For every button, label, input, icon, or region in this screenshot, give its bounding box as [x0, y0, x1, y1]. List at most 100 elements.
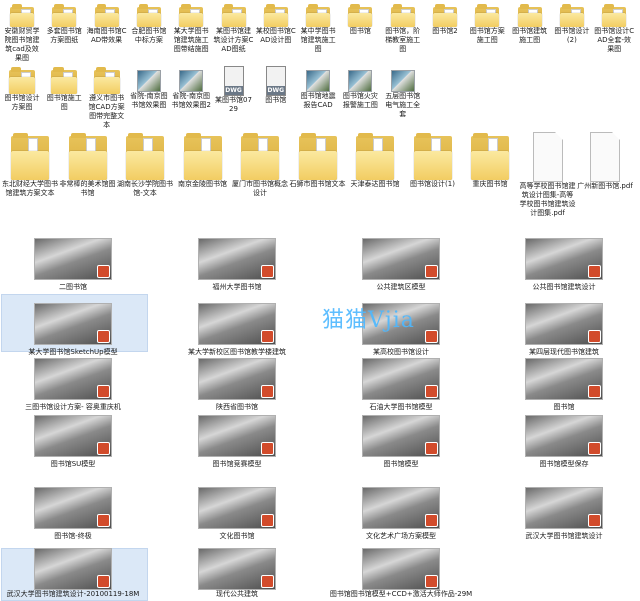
- folder-item[interactable]: 图书馆施工图: [44, 66, 84, 112]
- model-label: 某大学图书馆SketchUp模型: [28, 348, 118, 356]
- model-thumbnail[interactable]: [362, 487, 440, 529]
- file-item[interactable]: 高等学校图书馆建筑设计图集-高等学校图书馆建筑设计图集.pdf: [520, 132, 576, 218]
- model-thumbnail[interactable]: [198, 358, 276, 400]
- file-item[interactable]: 省院-南京图书馆效果图: [129, 66, 169, 110]
- folder-item[interactable]: 非常棒的美术馆图书馆: [60, 132, 116, 198]
- model-label: 武汉大学图书馆建筑设计-20100119-18M: [6, 590, 140, 598]
- file-item[interactable]: DWG 某图书馆0729: [214, 66, 254, 114]
- folder-item[interactable]: 某中学图书馆建筑施工图: [298, 3, 338, 54]
- file-item[interactable]: 五层图书馆电气施工全套: [383, 66, 423, 119]
- file-item[interactable]: 省院-南京图书馆效果图2: [171, 66, 211, 110]
- model-thumbnail[interactable]: [525, 238, 603, 280]
- model-label: 图书馆图书馆模型+CCD+激活大师作品-29M: [329, 590, 473, 598]
- item-label: 东北财经大学图书馆建筑方案文本: [2, 180, 58, 197]
- item-label: 图书馆设计方案图: [4, 94, 40, 111]
- folder-icon: [348, 3, 373, 27]
- folder-item[interactable]: 石狮市图书馆文本: [290, 132, 346, 189]
- folder-icon: [471, 132, 509, 180]
- sketchup-file-icon: [97, 265, 110, 278]
- folder-item[interactable]: 天津泰达图书馆: [347, 132, 403, 189]
- model-thumbnail[interactable]: [34, 487, 112, 529]
- model-thumbnail[interactable]: [34, 303, 112, 345]
- dwg-file-icon: DWG: [265, 66, 286, 96]
- folder-icon: [9, 66, 35, 94]
- model-thumbnail[interactable]: [34, 415, 112, 457]
- item-label: 某图书馆0729: [215, 96, 252, 113]
- item-label: 某大学图书馆建筑施工图带结施图: [173, 27, 209, 53]
- folder-item[interactable]: 图书馆设计(1): [405, 132, 461, 189]
- folder-item[interactable]: 图书馆2: [425, 3, 465, 36]
- model-thumbnail[interactable]: [34, 548, 112, 590]
- folder-item[interactable]: 东北财经大学图书馆建筑方案文本: [2, 132, 58, 198]
- folder-item[interactable]: 图书馆建筑施工图: [510, 3, 550, 45]
- sketchup-file-icon: [261, 514, 274, 527]
- model-thumbnail[interactable]: [525, 303, 603, 345]
- model-thumbnail[interactable]: [525, 487, 603, 529]
- item-label: 某中学图书馆建筑施工图: [300, 27, 336, 53]
- model-thumbnail[interactable]: [525, 415, 603, 457]
- model-thumbnail[interactable]: [362, 548, 440, 590]
- model-thumbnail[interactable]: [198, 303, 276, 345]
- sketchup-file-icon: [97, 442, 110, 455]
- folder-item[interactable]: 南京金陵图书馆: [175, 132, 231, 189]
- model-label: 图书馆: [553, 403, 575, 411]
- model-label: 陕西省图书馆: [216, 403, 258, 411]
- model-thumbnail[interactable]: [198, 487, 276, 529]
- sketchup-file-icon: [261, 330, 274, 343]
- folder-item[interactable]: 海南图书馆CAD带效果: [87, 3, 127, 45]
- model-thumbnail[interactable]: [198, 238, 276, 280]
- folder-item[interactable]: 图书馆: [340, 3, 380, 36]
- image-file-icon: [306, 70, 331, 92]
- model-thumbnail[interactable]: [362, 238, 440, 280]
- folder-icon: [221, 3, 246, 27]
- folder-item[interactable]: 湖南长沙学院图书馆-文本: [117, 132, 173, 198]
- model-thumbnail[interactable]: [198, 548, 276, 590]
- sketchup-file-icon: [425, 330, 438, 343]
- model-label: 文化图书馆: [219, 532, 255, 540]
- folder-icon: [298, 132, 337, 180]
- model-thumbnail[interactable]: [34, 358, 112, 400]
- folder-icon: [10, 3, 34, 27]
- model-label: 石油大学图书馆模型: [369, 403, 433, 411]
- folder-item[interactable]: 合肥图书馆中标方案: [129, 3, 169, 45]
- folder-item[interactable]: 厦门市图书馆概念设计: [232, 132, 288, 198]
- folder-item[interactable]: 某大学图书馆建筑施工图带结施图: [171, 3, 211, 54]
- item-label: 图书馆: [349, 27, 371, 35]
- item-label: 图书馆2: [432, 27, 458, 35]
- folder-item[interactable]: 遵义市图书馆CAD方案图带完整文本: [87, 66, 127, 130]
- folder-item[interactable]: 某校图书馆CAD设计图: [256, 3, 296, 45]
- folder-icon: [390, 3, 415, 27]
- folder-item[interactable]: 重庆图书馆: [462, 132, 518, 189]
- folder-item[interactable]: 图书馆设计(2): [552, 3, 592, 45]
- model-thumbnail[interactable]: [525, 358, 603, 400]
- item-label: 图书馆地震报告CAD: [300, 92, 336, 109]
- file-item[interactable]: 图书馆火灾报警施工图: [340, 66, 380, 110]
- item-label: 南京金陵图书馆: [178, 180, 227, 188]
- folder-item[interactable]: 图书馆方案施工图: [467, 3, 507, 45]
- model-label: 图书馆-终极: [54, 532, 92, 540]
- model-thumbnail[interactable]: [198, 415, 276, 457]
- model-thumbnail[interactable]: [362, 358, 440, 400]
- file-item[interactable]: DWG 图书馆: [256, 66, 296, 105]
- folder-icon: [475, 3, 500, 27]
- sketchup-file-icon: [97, 514, 110, 527]
- model-label: 某高校图书馆设计: [373, 348, 429, 356]
- folder-icon: [93, 66, 120, 94]
- item-label: 五层图书馆电气施工全套: [385, 92, 421, 118]
- folder-item[interactable]: 图书馆设计方案图: [2, 66, 42, 112]
- folder-icon: [433, 3, 457, 27]
- file-item[interactable]: 广州新图书馆.pdf: [577, 132, 633, 191]
- folder-item[interactable]: 图书馆设计CAD全套-效果图: [594, 3, 634, 54]
- folder-icon: [306, 3, 331, 27]
- folder-icon: [559, 3, 584, 27]
- item-label: 非常棒的美术馆图书馆: [59, 180, 116, 197]
- folder-item[interactable]: 某图书馆建筑设计方案CAD图纸: [214, 3, 254, 54]
- item-label: 图书馆设计(2): [554, 27, 590, 44]
- model-thumbnail[interactable]: [362, 415, 440, 457]
- model-thumbnail[interactable]: [34, 238, 112, 280]
- folder-item[interactable]: 安徽财贸学院图书馆建筑cad及效果图: [2, 3, 42, 63]
- model-label: 公共图书馆建筑设计: [532, 283, 596, 291]
- file-item[interactable]: 图书馆地震报告CAD: [298, 66, 338, 110]
- folder-item[interactable]: 多套图书馆方案图纸: [44, 3, 84, 45]
- folder-item[interactable]: 图书馆，阶梯教室施工图: [383, 3, 423, 54]
